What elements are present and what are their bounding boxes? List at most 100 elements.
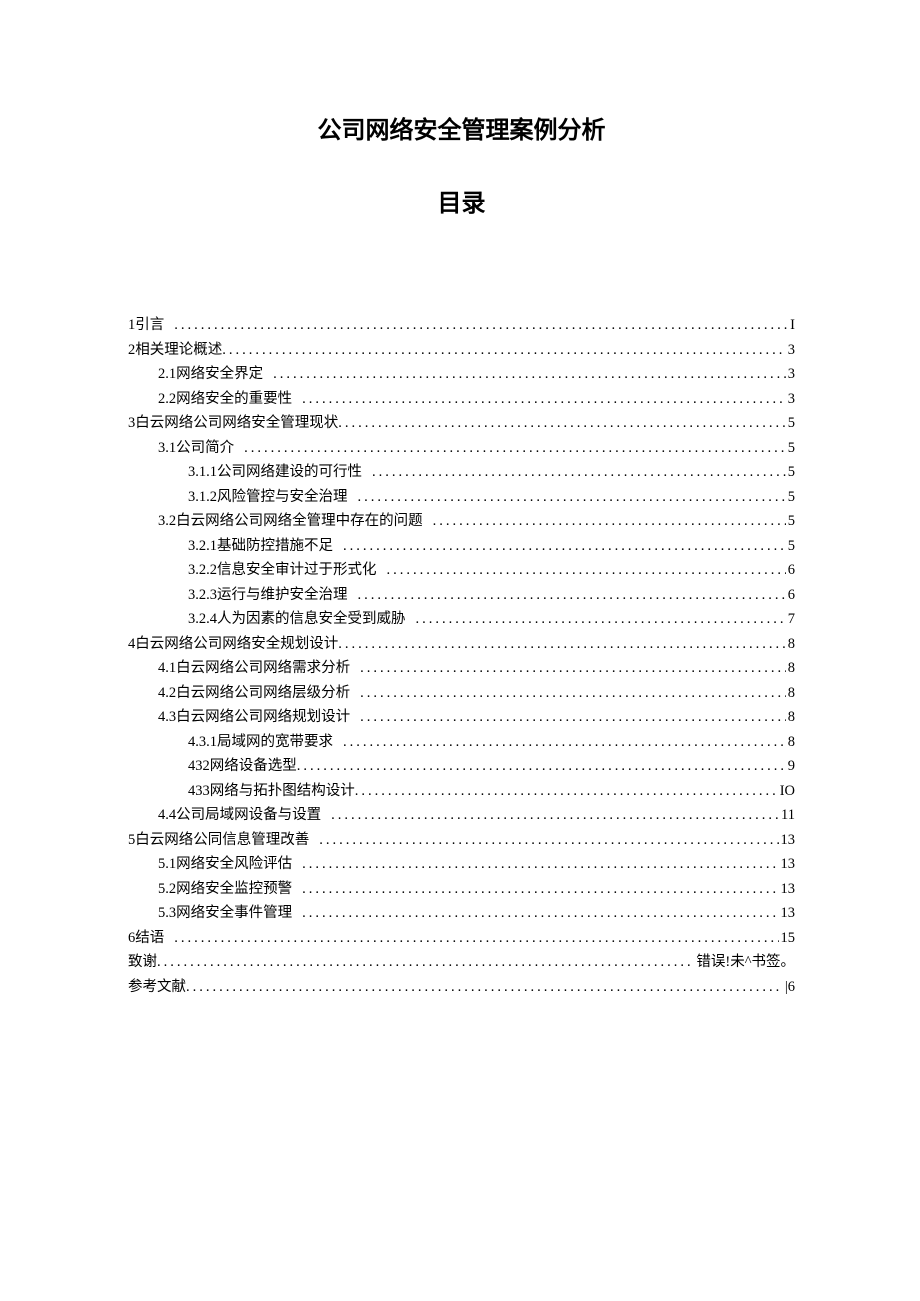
- toc-entry: 3.2.4 人为因素的信息安全受到威胁7: [128, 607, 795, 632]
- toc-entry-page: 13: [779, 877, 796, 902]
- toc-entry-label: 结语: [135, 926, 164, 951]
- toc-entry: 5 白云网络公同信息管理改善13: [128, 828, 795, 853]
- toc-entry: 3.2.3 运行与维护安全治理6: [128, 583, 795, 608]
- toc-entry-label: 运行与维护安全治理: [217, 583, 348, 608]
- toc-entry-page: 8: [786, 705, 795, 730]
- toc-entry: 4 白云网络公司网络安全规划设计 8: [128, 632, 795, 657]
- toc-leader-dots: [355, 779, 778, 804]
- toc-entry-page: 13: [779, 901, 796, 926]
- toc-entry-page: 8: [786, 730, 795, 755]
- toc-entry-label: 致谢: [128, 950, 157, 975]
- toc-entry-label: 网络与拓扑图结构设计: [210, 779, 355, 804]
- toc-entry-label: 白云网络公司网络规划设计: [176, 705, 350, 730]
- toc-entry-number: 5.1: [158, 852, 176, 877]
- toc-entry-page: 8: [786, 656, 795, 681]
- toc-leader-dots: [433, 509, 786, 534]
- toc-entry: 433 网络与拓扑图结构设计IO: [128, 779, 795, 804]
- toc-entry: 5.1 网络安全风险评估 13: [128, 852, 795, 877]
- toc-entry-page: 3: [786, 387, 795, 412]
- toc-leader-dots: [338, 632, 786, 657]
- document-page: 公司网络安全管理案例分析 目录 1 引言I2 相关理论概述32.1 网络安全界定…: [0, 0, 920, 1301]
- toc-leader-dots: [360, 681, 786, 706]
- toc-entry-number: 2.2: [158, 387, 176, 412]
- toc-entry: 2.1 网络安全界定3: [128, 362, 795, 387]
- toc-entry: 3.2.2 信息安全审计过于形式化6: [128, 558, 795, 583]
- toc-entry-page: 错误!未^书签。: [694, 950, 795, 975]
- toc-entry-page: 11: [779, 803, 795, 828]
- toc-entry-label: 参考文献: [128, 975, 186, 1000]
- toc-leader-dots: [222, 338, 786, 363]
- toc-leader-dots: [338, 411, 786, 436]
- toc-entry: 3.2.1 基础防控措施不足 5: [128, 534, 795, 559]
- toc-leader-dots: [186, 975, 783, 1000]
- toc-entry: 致谢 错误!未^书签。: [128, 950, 795, 975]
- toc-entry-number: 5.3: [158, 901, 176, 926]
- toc-entry-page: 13: [779, 852, 796, 877]
- toc-entry-label: 风险管控与安全治理: [217, 485, 348, 510]
- toc-entry-page: 15: [779, 926, 796, 951]
- toc-entry-page: 5: [786, 534, 795, 559]
- toc-leader-dots: [174, 926, 778, 951]
- toc-entry-number: 4: [128, 632, 135, 657]
- toc-entry-number: 6: [128, 926, 135, 951]
- toc-entry-label: 公司简介: [176, 436, 234, 461]
- toc-entry-page: IO: [778, 779, 795, 804]
- toc-entry-label: 基础防控措施不足: [217, 534, 333, 559]
- toc-entry-label: 白云网络公同信息管理改善: [135, 828, 309, 853]
- toc-entry-label: 公司网络建设的可行性: [217, 460, 362, 485]
- toc-entry-number: 3.2.1: [188, 534, 217, 559]
- toc-entry-number: 3.1: [158, 436, 176, 461]
- toc-entry: 6 结语 15: [128, 926, 795, 951]
- toc-leader-dots: [358, 485, 786, 510]
- toc-entry-page: |6: [783, 975, 795, 1000]
- toc-entry: 3.1.2 风险管控与安全治理5: [128, 485, 795, 510]
- toc-entry-number: 4.2: [158, 681, 176, 706]
- toc-entry: 3.2 白云网络公司网络全管理中存在的问题5: [128, 509, 795, 534]
- toc-entry-number: 5: [128, 828, 135, 853]
- toc-leader-dots: [358, 583, 786, 608]
- toc-entry-number: 5.2: [158, 877, 176, 902]
- toc-entry-number: 2: [128, 338, 135, 363]
- toc-entry: 4.3 白云网络公司网络规划设计 8: [128, 705, 795, 730]
- toc-entry-label: 局域网的宽带要求: [217, 730, 333, 755]
- toc-leader-dots: [302, 852, 778, 877]
- toc-leader-dots: [343, 730, 786, 755]
- toc-entry: 4.3.1 局域网的宽带要求8: [128, 730, 795, 755]
- toc-entry-number: 3: [128, 411, 135, 436]
- toc-entry: 4.2 白云网络公司网络层级分析8: [128, 681, 795, 706]
- toc-entry-page: 5: [786, 436, 795, 461]
- toc-entry-label: 白云网络公司网络全管理中存在的问题: [176, 509, 423, 534]
- toc-leader-dots: [244, 436, 786, 461]
- toc-entry-number: 2.1: [158, 362, 176, 387]
- toc-entry-page: 3: [786, 338, 795, 363]
- toc-entry-label: 公司局域网设备与设置: [176, 803, 321, 828]
- document-title: 公司网络安全管理案例分析: [128, 110, 795, 145]
- toc-entry-label: 白云网络公司网络需求分析: [176, 656, 350, 681]
- toc-leader-dots: [372, 460, 786, 485]
- toc-entry: 2.2 网络安全的重要性3: [128, 387, 795, 412]
- toc-entry-label: 网络安全事件管理: [176, 901, 292, 926]
- toc-entry: 2 相关理论概述3: [128, 338, 795, 363]
- toc-entry-label: 白云网络公司网络安全管理现状: [135, 411, 338, 436]
- toc-leader-dots: [319, 828, 778, 853]
- toc-entry: 432 网络设备选型9: [128, 754, 795, 779]
- toc-entry-page: I: [788, 313, 795, 338]
- toc-entry-number: 3.2.4: [188, 607, 217, 632]
- toc-entry-page: 5: [786, 509, 795, 534]
- table-of-contents: 1 引言I2 相关理论概述32.1 网络安全界定32.2 网络安全的重要性33 …: [128, 313, 795, 999]
- toc-entry-label: 白云网络公司网络安全规划设计: [135, 632, 338, 657]
- toc-entry-label: 网络安全监控预警: [176, 877, 292, 902]
- toc-entry-page: 9: [786, 754, 795, 779]
- toc-entry-page: 5: [786, 460, 795, 485]
- toc-entry-label: 网络设备选型: [210, 754, 297, 779]
- toc-leader-dots: [302, 901, 778, 926]
- toc-entry-number: 4.1: [158, 656, 176, 681]
- toc-entry-number: 3.1.2: [188, 485, 217, 510]
- toc-entry: 3 白云网络公司网络安全管理现状 5: [128, 411, 795, 436]
- toc-leader-dots: [273, 362, 786, 387]
- toc-entry-page: 5: [786, 411, 795, 436]
- toc-entry-number: 4.3: [158, 705, 176, 730]
- toc-entry-number: 3.2.2: [188, 558, 217, 583]
- toc-entry-label: 网络安全风险评估: [176, 852, 292, 877]
- toc-entry-page: 8: [786, 632, 795, 657]
